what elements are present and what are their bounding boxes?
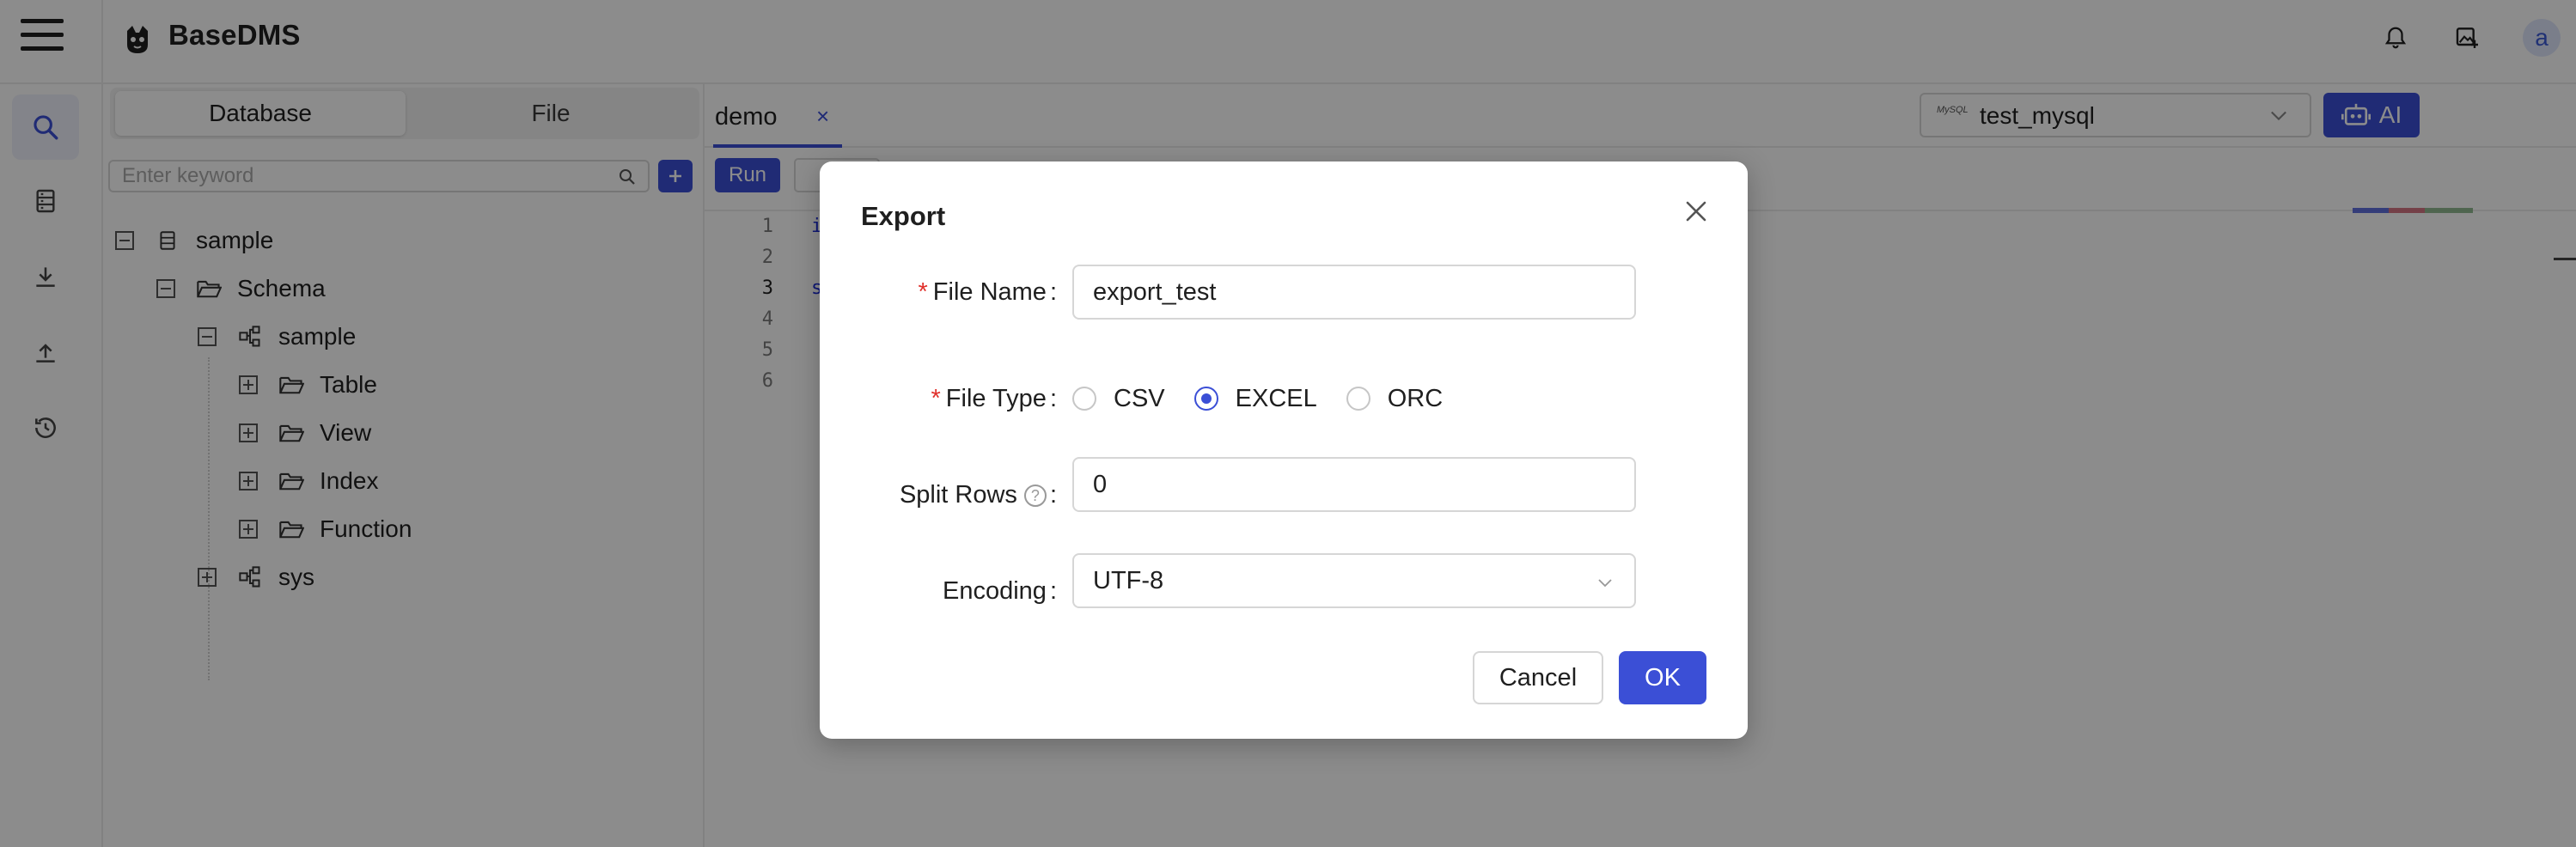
required-mark: * bbox=[918, 278, 928, 306]
export-dialog: Export * File Name: export_test * File Typ… bbox=[820, 161, 1748, 739]
required-mark: * bbox=[931, 385, 941, 412]
split-rows-label: Split Rows?: bbox=[899, 481, 1057, 509]
radio-button[interactable] bbox=[1072, 387, 1096, 411]
ok-button[interactable]: OK bbox=[1619, 651, 1706, 704]
file-type-radio-group: CSV EXCEL ORC bbox=[1072, 371, 1472, 426]
split-rows-value: 0 bbox=[1093, 470, 1108, 498]
radio-excel[interactable]: EXCEL bbox=[1193, 385, 1317, 413]
close-icon[interactable] bbox=[1681, 196, 1712, 227]
encoding-value: UTF-8 bbox=[1093, 566, 1164, 594]
split-rows-input[interactable]: 0 bbox=[1072, 457, 1636, 512]
encoding-select[interactable]: UTF-8 bbox=[1072, 553, 1636, 608]
file-name-label: * File Name: bbox=[918, 278, 1057, 306]
radio-csv[interactable]: CSV bbox=[1072, 385, 1165, 413]
help-icon[interactable]: ? bbox=[1023, 484, 1047, 508]
cancel-button[interactable]: Cancel bbox=[1473, 651, 1603, 704]
file-name-input[interactable]: export_test bbox=[1072, 265, 1636, 320]
file-type-label: * File Type: bbox=[931, 385, 1058, 412]
encoding-label: Encoding: bbox=[943, 577, 1057, 605]
radio-button-selected[interactable] bbox=[1193, 387, 1218, 411]
radio-orc[interactable]: ORC bbox=[1346, 385, 1443, 413]
radio-button[interactable] bbox=[1346, 387, 1370, 411]
dialog-title: Export bbox=[861, 201, 946, 231]
file-name-value: export_test bbox=[1093, 277, 1217, 306]
chevron-down-icon bbox=[1598, 579, 1612, 588]
